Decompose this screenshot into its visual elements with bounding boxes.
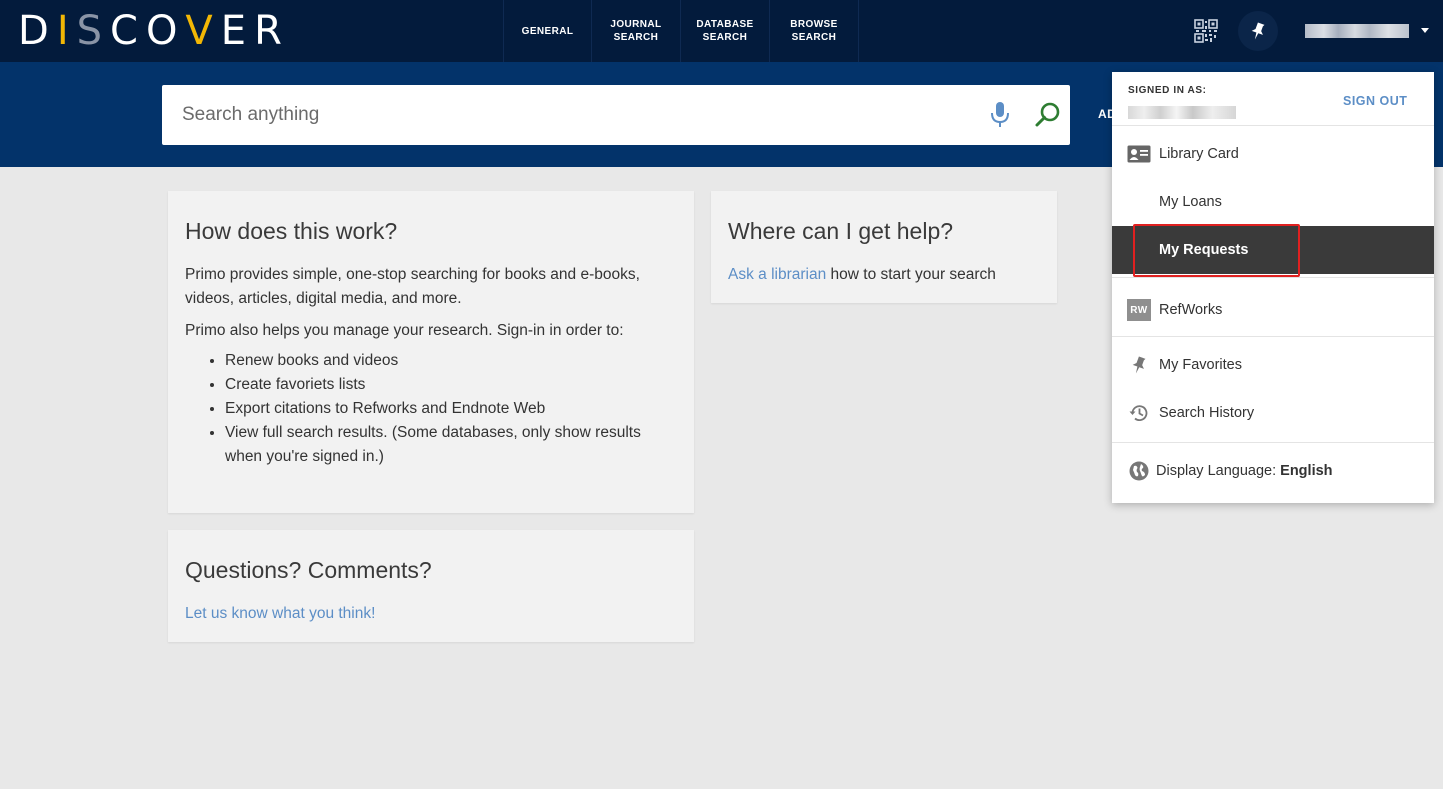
tab-database-search[interactable]: DATABASE SEARCH (681, 0, 770, 62)
help-text-rest: how to start your search (826, 266, 996, 283)
display-language-text: Display Language: English (1156, 463, 1333, 479)
logo-letter-v: V (185, 8, 221, 54)
logo-letter-s: S (76, 8, 110, 54)
list-item: Create favoriets lists (225, 373, 677, 397)
logo-letter-i: I (56, 8, 77, 54)
logo-letter-o: O (145, 8, 186, 54)
search-input[interactable] (162, 85, 962, 145)
feedback-link[interactable]: Let us know what you think! (185, 605, 375, 622)
divider (1112, 336, 1434, 337)
how-it-works-para-2: Primo also helps you manage your researc… (185, 322, 624, 339)
menu-item-my-favorites[interactable]: My Favorites (1112, 341, 1434, 389)
how-it-works-title: How does this work? (185, 218, 398, 244)
top-bar: DISCOVER GENERAL JOURNAL SEARCH DATABASE S… (0, 0, 1443, 62)
benefits-list: Renew books and videos Create favoriets … (225, 349, 677, 469)
signed-in-user-blurred (1128, 106, 1236, 119)
pin-icon (1251, 22, 1265, 40)
main-nav: GENERAL JOURNAL SEARCH DATABASE SEARCH BRO… (503, 0, 859, 62)
menu-item-search-history[interactable]: Search History (1112, 389, 1434, 437)
display-language-label: Display Language: (1156, 463, 1277, 479)
qr-code-icon (1194, 19, 1218, 43)
menu-item-label: RefWorks (1159, 302, 1223, 318)
id-card-icon (1127, 142, 1151, 166)
menu-item-library-card[interactable]: Library Card (1112, 130, 1434, 178)
menu-item-label: Search History (1159, 405, 1255, 421)
feedback-card: Questions? Comments? Let us know what yo… (168, 530, 694, 642)
ask-librarian-link[interactable]: Ask a librarian (728, 266, 826, 283)
menu-item-refworks[interactable]: RW RefWorks (1112, 286, 1434, 334)
tab-browse-label-1: BROWSE (790, 19, 838, 30)
refworks-icon: RW (1127, 298, 1151, 322)
how-it-works-card: How does this work? Primo provides simpl… (168, 191, 694, 513)
tab-general-label: GENERAL (521, 25, 574, 37)
feedback-title: Questions? Comments? (185, 557, 432, 583)
globe-icon (1127, 459, 1151, 483)
list-item: View full search results. (Some database… (225, 421, 677, 469)
refworks-badge: RW (1127, 299, 1151, 321)
divider (1112, 125, 1434, 126)
tab-database-label-1: DATABASE (696, 19, 754, 30)
logo-letter-c: C (110, 8, 146, 54)
voice-search-button[interactable] (985, 98, 1015, 132)
list-item: Renew books and videos (225, 349, 677, 373)
tab-general[interactable]: GENERAL (503, 0, 592, 62)
tab-browse-search[interactable]: BROWSE SEARCH (770, 0, 859, 62)
qr-code-button[interactable] (1190, 15, 1222, 47)
logo-letter-e: E (220, 8, 255, 54)
tab-browse-label-2: SEARCH (791, 32, 837, 43)
divider (1112, 277, 1434, 278)
feedback-text: Let us know what you think! (185, 602, 677, 626)
history-icon (1127, 401, 1151, 425)
user-menu-toggle[interactable] (1305, 22, 1429, 40)
list-item: Export citations to Refworks and Endnote… (225, 397, 677, 421)
help-card: Where can I get help? Ask a librarian ho… (711, 191, 1057, 303)
menu-item-label: Library Card (1159, 146, 1239, 162)
tab-journal-label-1: JOURNAL (610, 19, 662, 30)
display-language-value: English (1280, 463, 1333, 479)
user-dropdown-menu: SIGNED IN AS: SIGN OUT Library Card My L… (1112, 72, 1434, 503)
discover-logo[interactable]: DISCOVER (18, 10, 290, 52)
favorites-pin-button[interactable] (1238, 11, 1278, 51)
signed-in-label: SIGNED IN AS: (1128, 85, 1207, 96)
tab-journal-search[interactable]: JOURNAL SEARCH (592, 0, 681, 62)
menu-item-label: My Favorites (1159, 357, 1242, 373)
chevron-down-icon (1421, 28, 1429, 33)
search-box (162, 85, 1070, 145)
search-button[interactable] (1031, 98, 1065, 132)
logo-letter-d: D (18, 8, 57, 54)
how-it-works-para-1: Primo provides simple, one-stop searchin… (185, 266, 640, 307)
tab-journal-label-2: SEARCH (613, 32, 659, 43)
menu-item-my-loans[interactable]: My Loans (1112, 178, 1434, 226)
menu-item-my-requests[interactable]: My Requests (1112, 226, 1434, 274)
pin-icon (1127, 353, 1151, 377)
help-title: Where can I get help? (728, 218, 954, 244)
search-icon (1035, 102, 1060, 127)
user-name-blurred (1305, 24, 1409, 38)
help-text: Ask a librarian how to start your search (728, 263, 1040, 287)
divider (1112, 442, 1434, 443)
display-language-selector[interactable]: Display Language: English (1112, 447, 1434, 495)
tab-database-label-2: SEARCH (702, 32, 748, 43)
menu-item-label: My Requests (1159, 242, 1249, 258)
sign-out-button[interactable]: SIGN OUT (1343, 94, 1407, 108)
logo-letter-r: R (254, 8, 290, 54)
microphone-icon (991, 102, 1009, 127)
menu-item-label: My Loans (1159, 194, 1222, 210)
